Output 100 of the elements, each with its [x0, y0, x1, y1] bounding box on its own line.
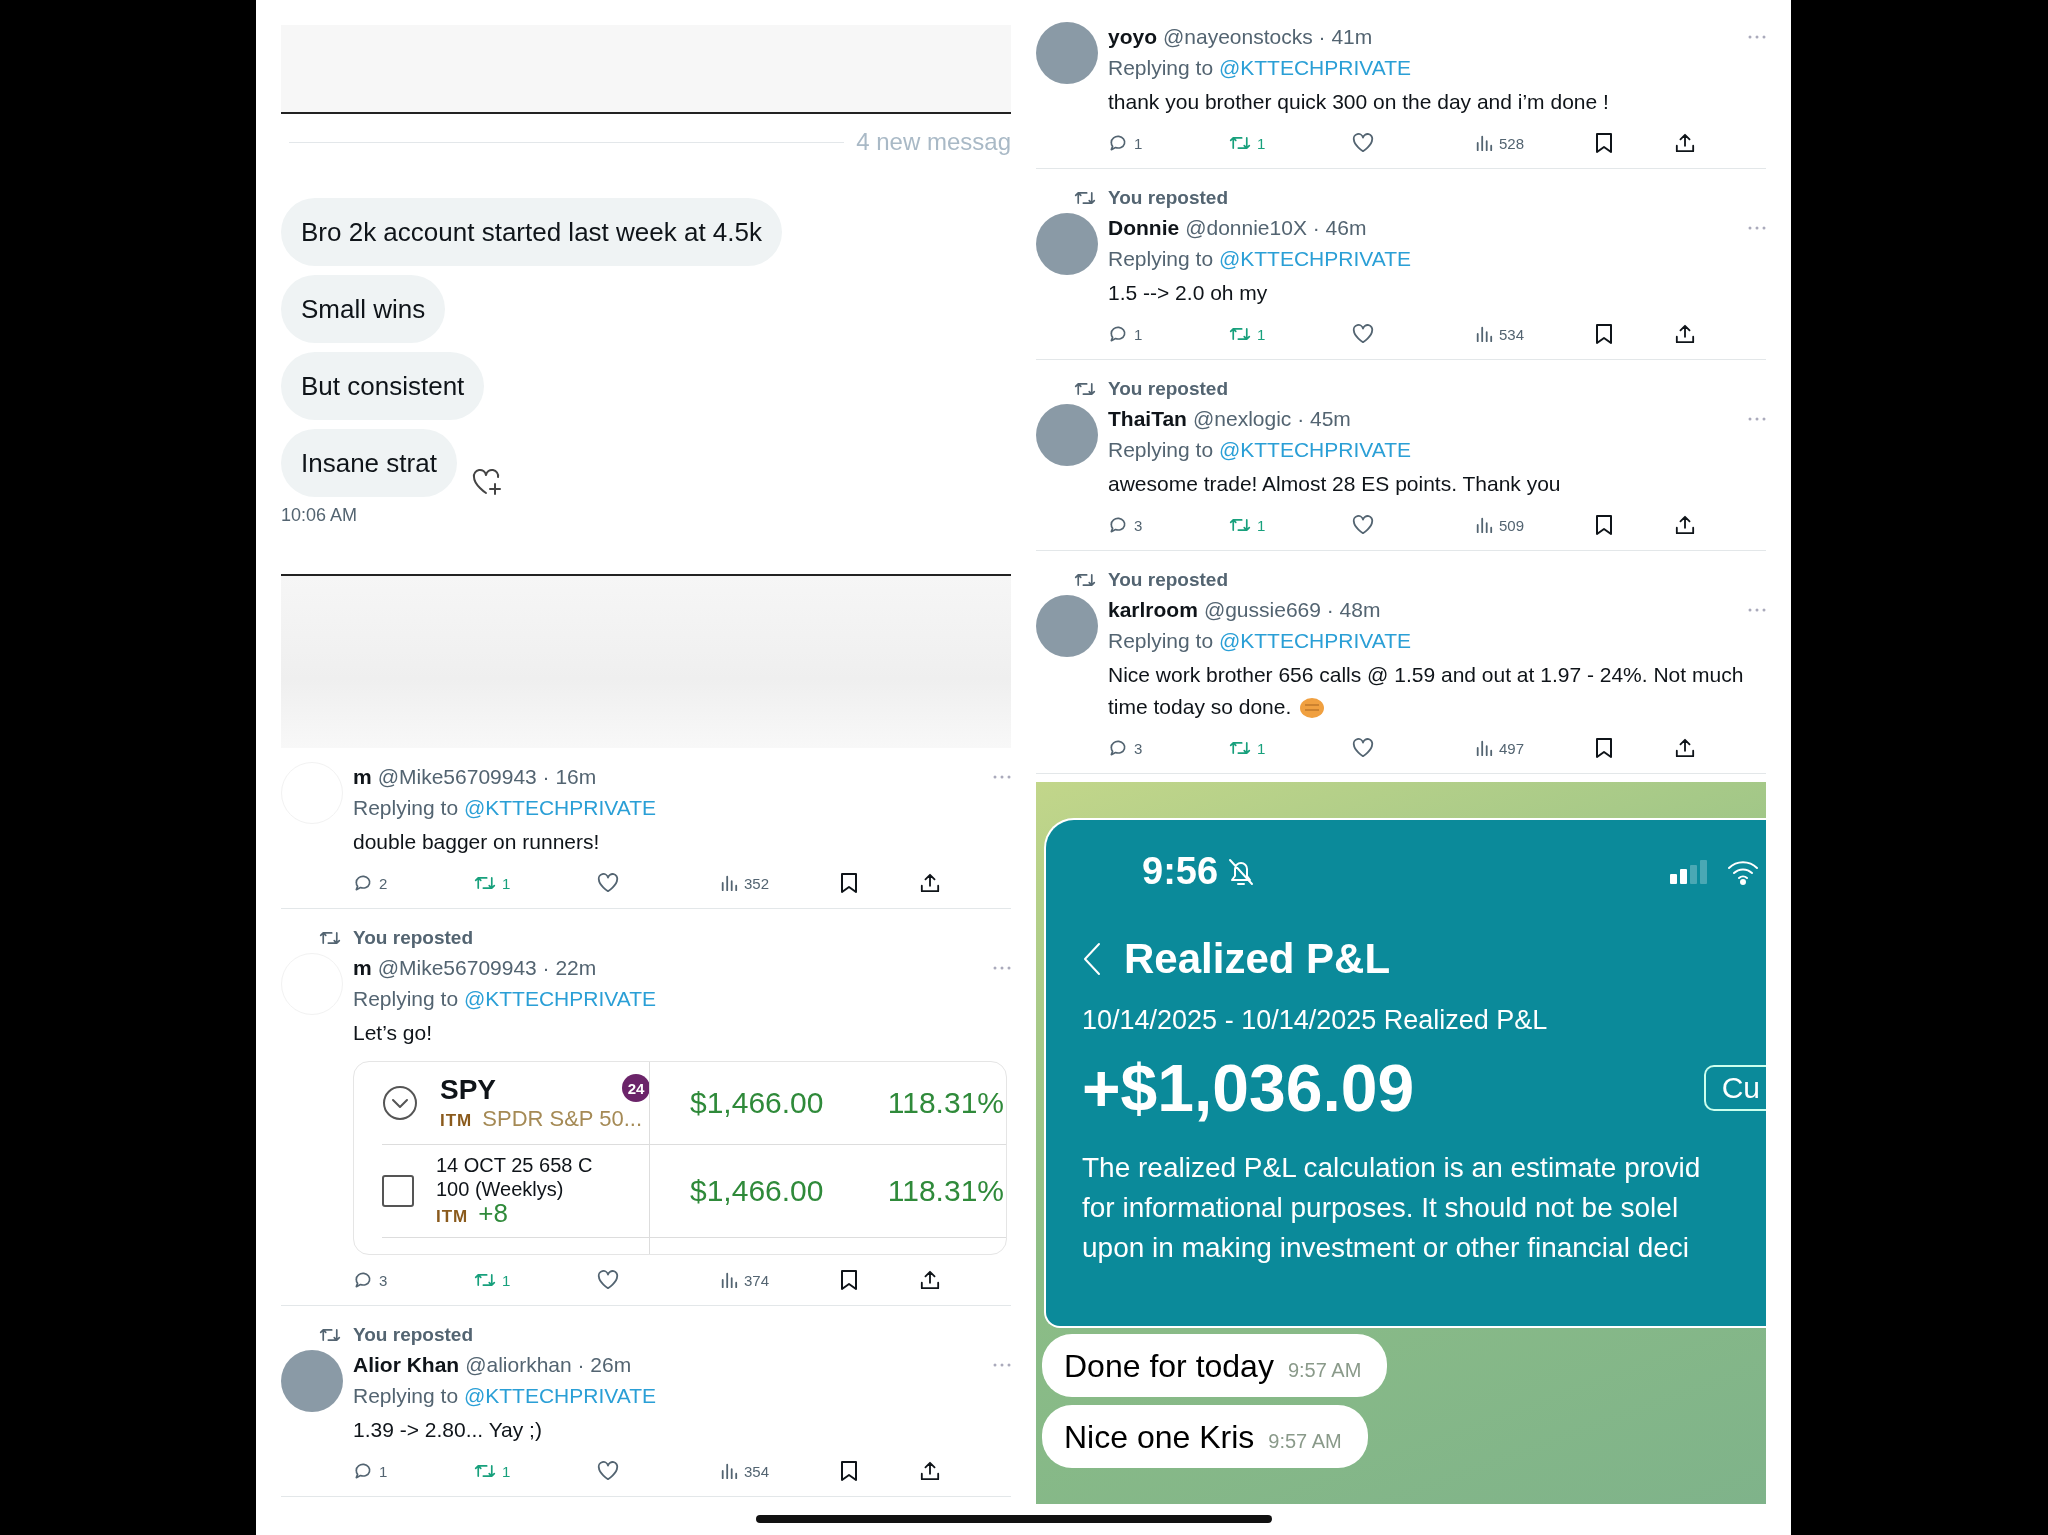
views-icon	[1475, 516, 1493, 534]
reply-count: 3	[1134, 516, 1143, 534]
option-series: 100 (Weeklys)	[436, 1177, 565, 1201]
mention-link[interactable]: @KTTECHPRIVATE	[463, 987, 656, 1010]
mention-link[interactable]: @KTTECHPRIVATE	[1218, 247, 1411, 270]
tweet-text: Let’s go!	[353, 1020, 433, 1046]
views-icon	[720, 1462, 738, 1480]
repost-count: 1	[1257, 134, 1266, 152]
chat-message-time: 9:57 AM	[1287, 1359, 1362, 1382]
heart-icon	[1352, 324, 1374, 344]
back-icon	[1082, 942, 1102, 976]
views-icon	[1475, 134, 1493, 152]
user-handle: @Mike56709943 · 22m	[377, 956, 598, 980]
wifi-icon	[1726, 858, 1760, 885]
market-value: $1,466.00	[690, 1174, 824, 1208]
reply-count: 3	[379, 1271, 388, 1289]
repost-count: 1	[502, 1462, 511, 1480]
reply-icon	[353, 1270, 373, 1290]
bookmark-icon	[1595, 737, 1613, 759]
share-icon	[1675, 323, 1695, 345]
view-count: 374	[744, 1271, 770, 1289]
user-name[interactable]: yoyo	[1108, 25, 1157, 49]
user-handle: @Mike56709943 · 16m	[377, 765, 598, 789]
view-count: 354	[744, 1462, 770, 1480]
reply-icon	[1108, 133, 1128, 153]
bookmark-icon	[840, 872, 858, 894]
tweet-text: 1.39 -> 2.80... Yay ;)	[353, 1417, 543, 1443]
reply-count: 2	[379, 874, 388, 892]
signal-icon	[1670, 859, 1710, 884]
market-value: $1,466.00	[690, 1086, 824, 1120]
message-bubble: But consistent	[281, 352, 485, 420]
user-handle: @aliorkhan · 26m	[465, 1353, 633, 1377]
share-icon	[920, 1460, 940, 1482]
repost-label: You reposted	[353, 927, 473, 949]
checkbox[interactable]	[382, 1175, 414, 1207]
disclaimer-text: upon in making investment or other financial deci	[1082, 1231, 1690, 1265]
replying-to-label: Replying to	[353, 1384, 459, 1407]
replying-to-label: Replying to	[1108, 438, 1214, 461]
repost-label: You reposted	[1108, 378, 1228, 400]
mention-link[interactable]: @KTTECHPRIVATE	[463, 796, 656, 819]
mention-link[interactable]: @KTTECHPRIVATE	[463, 1384, 656, 1407]
user-name[interactable]: m	[353, 765, 372, 789]
user-name[interactable]: Donnie	[1108, 216, 1180, 240]
itm-tag: ITM	[440, 1111, 473, 1130]
view-count: 352	[744, 874, 770, 892]
heart-plus-icon	[470, 467, 503, 497]
message-bubble: Insane strat	[281, 429, 457, 497]
view-count: 534	[1499, 325, 1525, 343]
chat-message-text: Nice one Kris	[1064, 1419, 1255, 1456]
share-icon	[920, 1269, 940, 1291]
view-count: 497	[1499, 739, 1525, 757]
replying-to-label: Replying to	[1108, 247, 1214, 270]
heart-icon	[1352, 738, 1374, 758]
more-icon	[993, 774, 1011, 780]
views-icon	[720, 874, 738, 892]
more-icon	[1748, 416, 1766, 422]
reply-icon	[1108, 515, 1128, 535]
bookmark-icon	[840, 1269, 858, 1291]
more-icon	[993, 1362, 1011, 1368]
screen-title: Realized P&L	[1124, 935, 1391, 983]
view-count: 528	[1499, 134, 1525, 152]
user-name[interactable]: karlroom	[1108, 598, 1198, 622]
reply-icon	[353, 873, 373, 893]
repost-label: You reposted	[353, 1324, 473, 1346]
disclaimer-text: for informational purposes. It should not be solel	[1082, 1191, 1680, 1225]
tweet-text: awesome trade! Almost 28 ES points. Thank you	[1108, 471, 1562, 497]
user-name[interactable]: ThaiTan	[1108, 407, 1187, 431]
replying-to-label: Replying to	[1108, 629, 1214, 652]
user-handle: @donnie10X · 46m	[1185, 216, 1368, 240]
views-icon	[1475, 739, 1493, 757]
user-handle: @gussie669 · 48m	[1203, 598, 1382, 622]
bookmark-icon	[1595, 514, 1613, 536]
itm-tag: ITM	[436, 1207, 469, 1226]
replying-to-label: Replying to	[353, 796, 459, 819]
heart-icon	[597, 1461, 619, 1481]
disclaimer-text: The realized P&L calculation is an estimate provid	[1082, 1151, 1702, 1185]
reply-count: 1	[1134, 325, 1143, 343]
reply-count: 3	[1134, 739, 1143, 757]
heart-icon	[597, 873, 619, 893]
views-icon	[720, 1271, 738, 1289]
tweet-text: Nice work brother 656 calls @ 1.59 and out at 1.97 - 24%. Not much time today so done.	[1108, 662, 1745, 722]
views-icon	[1475, 325, 1493, 343]
bookmark-icon	[1595, 323, 1613, 345]
repost-label: You reposted	[1108, 569, 1228, 591]
heart-icon	[1352, 133, 1374, 153]
date-range: 10/14/2025 - 10/14/2025 Realized P&L	[1082, 1005, 1549, 1036]
user-name[interactable]: Alior Khan	[353, 1353, 460, 1377]
mention-link[interactable]: @KTTECHPRIVATE	[1218, 629, 1411, 652]
share-icon	[1675, 132, 1695, 154]
count-badge: 24	[622, 1074, 650, 1102]
repost-count: 1	[1257, 739, 1266, 757]
gain-percent: 118.31%	[887, 1174, 1004, 1208]
custom-button[interactable]: Cu	[1703, 1065, 1766, 1111]
replying-to-label: Replying to	[1108, 56, 1214, 79]
mention-link[interactable]: @KTTECHPRIVATE	[1218, 56, 1411, 79]
option-contract: 14 OCT 25 658 C	[436, 1153, 593, 1177]
message-bubble: Small wins	[281, 275, 446, 343]
mention-link[interactable]: @KTTECHPRIVATE	[1218, 438, 1411, 461]
user-name[interactable]: m	[353, 956, 372, 980]
ticker-symbol: SPY	[440, 1074, 497, 1106]
